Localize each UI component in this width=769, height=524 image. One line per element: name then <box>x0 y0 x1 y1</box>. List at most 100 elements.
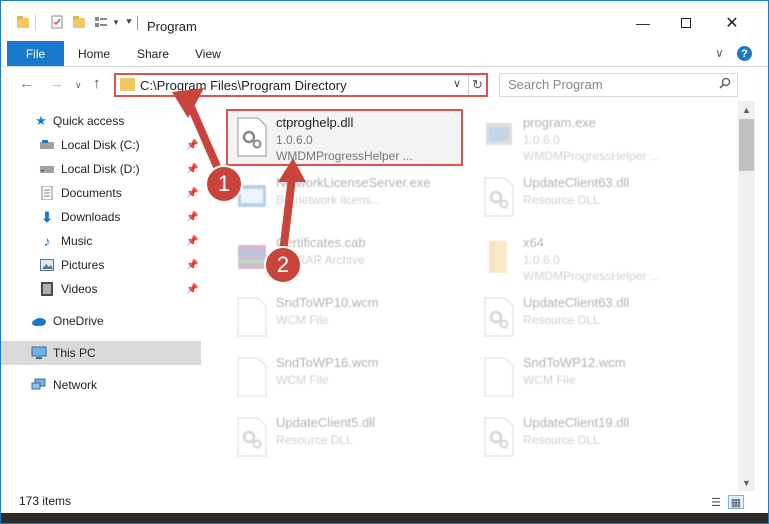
vertical-scrollbar[interactable]: ▲ ▼ <box>738 101 755 491</box>
search-icon[interactable] <box>719 77 731 92</box>
up-arrow-icon[interactable]: ↑ <box>93 75 101 92</box>
file-description: BY network licens... <box>276 193 382 207</box>
file-description: WMDMProgressHelper ... <box>276 149 413 163</box>
customize-toolbar-icon[interactable]: ⯆ <box>121 14 137 30</box>
sidebar-item-videos[interactable]: Videos 📌 <box>1 277 201 301</box>
properties-icon[interactable] <box>49 14 65 30</box>
new-folder-icon[interactable] <box>71 14 87 30</box>
file-item[interactable]: UpdateClient63.dll Resource DLL <box>475 291 715 349</box>
file-name: UpdateClient19.dll <box>523 415 630 430</box>
file-description: Resource DLL <box>523 313 600 327</box>
file-item-ctproghelp-dll[interactable]: ctproghelp.dll 1.0.6.0 WMDMProgressHelpe… <box>228 111 468 169</box>
file-description: WMDMProgressHelper ... <box>523 149 660 163</box>
sidebar-item-music[interactable]: ♪ Music 📌 <box>1 229 201 253</box>
file-description: WCM File <box>523 373 576 387</box>
drive-icon <box>39 162 55 176</box>
music-icon: ♪ <box>43 233 51 249</box>
file-version: 1.0.6.0 <box>523 133 560 147</box>
sidebar-item-quick-access[interactable]: ★ Quick access <box>1 109 201 133</box>
expand-ribbon-icon[interactable]: ∨ <box>715 46 724 60</box>
sidebar-item-this-pc[interactable]: This PC <box>1 341 201 365</box>
maximize-button[interactable] <box>674 12 698 34</box>
pin-icon[interactable]: 📌 <box>186 164 198 175</box>
sidebar-item-onedrive[interactable]: OneDrive <box>1 309 201 333</box>
folder-icon <box>120 78 135 91</box>
tab-home[interactable]: Home <box>78 47 110 61</box>
pin-icon[interactable]: 📌 <box>186 260 198 271</box>
address-path[interactable]: C:\Program Files\Program Directory <box>140 78 347 93</box>
sidebar-item-label: Network <box>53 378 98 392</box>
file-item[interactable]: SndToWP16.wcm WCM File <box>228 351 468 409</box>
title-separator <box>137 16 138 30</box>
file-description: Resource DLL <box>523 433 600 447</box>
forward-arrow-icon[interactable]: → <box>49 75 64 92</box>
videos-icon <box>39 282 55 296</box>
search-box[interactable] <box>499 73 738 97</box>
callout-step-1: 1 <box>205 165 243 203</box>
address-bar[interactable]: C:\Program Files\Program Directory ∨ ↻ <box>114 73 488 97</box>
scroll-thumb[interactable] <box>739 119 754 171</box>
pin-icon[interactable]: 📌 <box>186 188 198 199</box>
sidebar-item-documents[interactable]: Documents 📌 <box>1 181 201 205</box>
pin-icon[interactable]: 📌 <box>186 284 198 295</box>
explorer-window: ▼ ⯆ Program — ✕ File Home Share View ∨ ?… <box>0 0 769 524</box>
tab-view[interactable]: View <box>195 47 221 61</box>
file-item[interactable]: UpdateClient5.dll Resource DLL <box>228 411 468 469</box>
pin-icon[interactable]: 📌 <box>186 140 198 151</box>
file-item[interactable]: NetworkLicenseServer.exe BY network lice… <box>228 171 468 229</box>
tab-file[interactable]: File <box>7 41 64 66</box>
sidebar-item-label: Documents <box>61 186 122 200</box>
file-version: 1.0.6.0 <box>276 133 313 147</box>
tab-share[interactable]: Share <box>137 47 169 61</box>
file-name: SndToWP10.wcm <box>276 295 379 310</box>
help-icon[interactable]: ? <box>737 46 752 61</box>
folder-icon[interactable] <box>15 14 31 30</box>
scroll-up-icon[interactable]: ▲ <box>738 101 755 118</box>
file-item[interactable]: SndToWP12.wcm WCM File <box>475 351 715 409</box>
file-description: Resource DLL <box>523 193 600 207</box>
dll-gear-icon <box>484 417 514 457</box>
search-input[interactable] <box>508 77 708 92</box>
file-name: ctproghelp.dll <box>276 115 354 130</box>
pin-icon[interactable]: 📌 <box>186 212 198 223</box>
sidebar-item-label: Downloads <box>61 210 121 224</box>
file-item[interactable]: UpdateClient19.dll Resource DLL <box>475 411 715 469</box>
computer-icon <box>31 346 47 360</box>
sidebar-item-pictures[interactable]: Pictures 📌 <box>1 253 201 277</box>
file-item[interactable]: x64 1.0.6.0 WMDMProgressHelper ... <box>475 231 715 289</box>
chevron-down-icon[interactable]: ∨ <box>453 77 461 90</box>
file-description: WCM File <box>276 373 329 387</box>
blank-file-icon <box>237 297 267 337</box>
file-name: x64 <box>523 235 544 250</box>
file-item[interactable]: SndToWP10.wcm WCM File <box>228 291 468 349</box>
sidebar-item-network[interactable]: Network <box>1 373 201 397</box>
close-button[interactable]: ✕ <box>720 12 744 34</box>
tiles-view-icon[interactable]: ▦ <box>728 495 744 509</box>
file-name: SndToWP12.wcm <box>523 355 626 370</box>
status-bar: 173 items ☰ ▦ <box>1 491 768 513</box>
sidebar-item-label: This PC <box>53 346 96 360</box>
recent-locations-icon[interactable]: ∨ <box>75 80 82 91</box>
details-view-icon[interactable]: ☰ <box>708 495 724 509</box>
refresh-icon[interactable]: ↻ <box>468 75 486 95</box>
sidebar-item-downloads[interactable]: ⬇ Downloads 📌 <box>1 205 201 229</box>
file-item[interactable]: program.exe 1.0.6.0 WMDMProgressHelper .… <box>475 111 715 169</box>
sidebar-item-label: Quick access <box>53 114 125 128</box>
scroll-down-icon[interactable]: ▼ <box>738 474 755 491</box>
sidebar-item-local-disk-c[interactable]: Local Disk (C:) 📌 <box>1 133 201 157</box>
divider <box>35 14 36 30</box>
file-name: NetworkLicenseServer.exe <box>276 175 431 190</box>
file-name: UpdateClient63.dll <box>523 175 630 190</box>
callout-step-2: 2 <box>264 246 302 284</box>
file-name: SndToWP16.wcm <box>276 355 379 370</box>
pin-icon[interactable]: 📌 <box>186 236 198 247</box>
sidebar-item-label: Local Disk (C:) <box>61 138 140 152</box>
minimize-button[interactable]: — <box>631 12 655 34</box>
file-item[interactable]: UpdateClient63.dll Resource DLL <box>475 171 715 229</box>
back-arrow-icon[interactable]: ← <box>19 75 34 92</box>
sidebar-item-local-disk-d[interactable]: Local Disk (D:) 📌 <box>1 157 201 181</box>
item-count: 173 items <box>19 494 72 508</box>
view-details-icon[interactable] <box>93 14 109 30</box>
star-icon: ★ <box>35 113 47 128</box>
blank-file-icon <box>484 357 514 397</box>
